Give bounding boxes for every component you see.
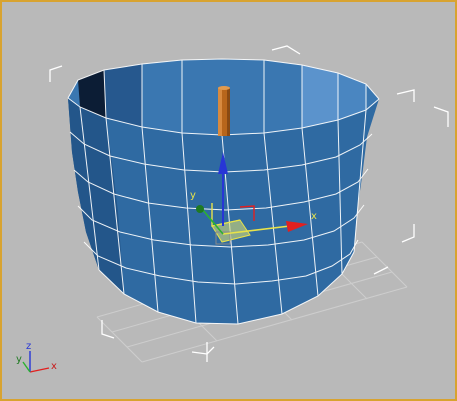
world-axis-tripod: x y z <box>16 341 57 373</box>
gizmo-x-label: x <box>311 211 317 222</box>
cylinder-inner-shade <box>104 64 142 127</box>
world-x-label: x <box>51 361 57 372</box>
gizmo-y-label: y <box>190 190 196 201</box>
gizmo-y-arrow[interactable] <box>196 205 204 213</box>
world-y-label: y <box>16 354 22 365</box>
cylinder-inner-light <box>302 65 338 128</box>
wooden-post[interactable] <box>218 86 230 136</box>
world-z-label: z <box>26 341 31 352</box>
perspective-viewport[interactable]: x y x y z <box>0 0 457 401</box>
